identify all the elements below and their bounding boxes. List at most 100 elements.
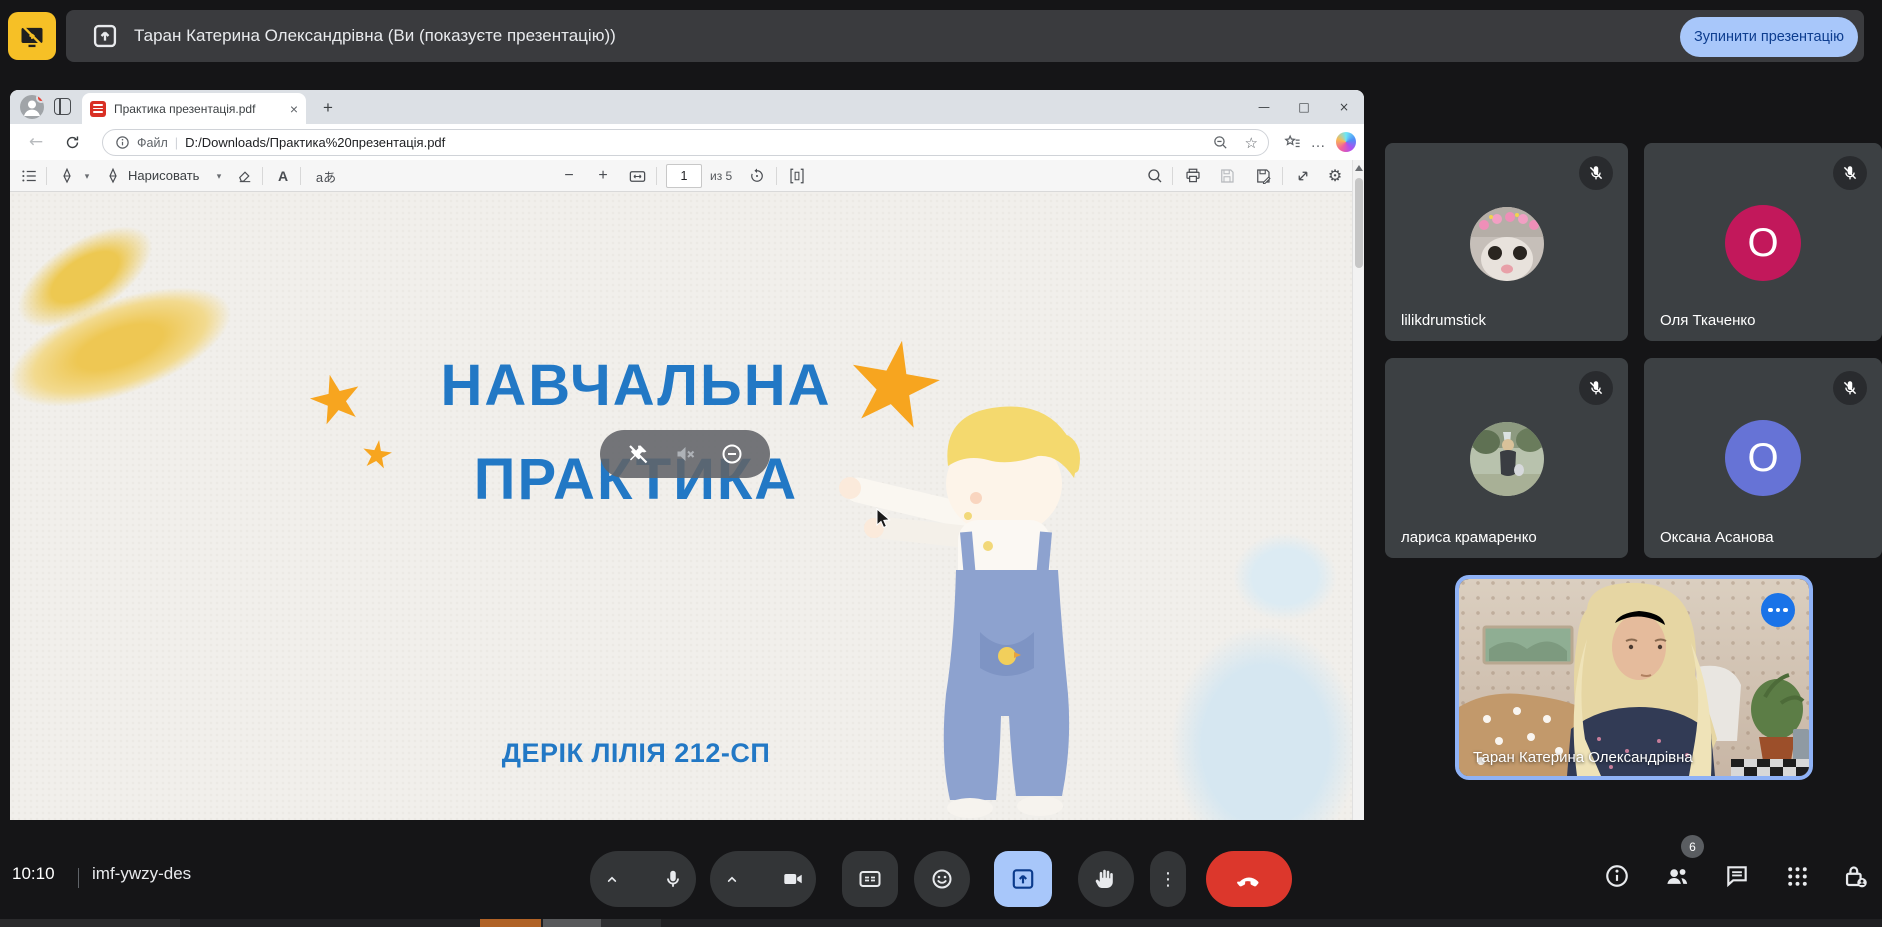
participant-tile-larisa-kramarenko[interactable]: лариса крамаренко bbox=[1385, 358, 1628, 558]
address-bar[interactable]: Файл | D:/Downloads/Практика%20презентац… bbox=[102, 129, 1269, 156]
lock-person-icon bbox=[1842, 863, 1869, 890]
page-info-icon[interactable] bbox=[115, 135, 130, 150]
present-screen-button-active[interactable] bbox=[994, 851, 1052, 907]
presenter-label: Таран Катерина Олександрівна (Ви (показу… bbox=[134, 10, 616, 62]
highlighter-icon[interactable] bbox=[56, 165, 78, 187]
pdf-slide: НАВЧАЛЬНА ПРАКТИКА ДЕРІК ЛІЛІЯ 212-СП bbox=[10, 192, 1352, 820]
zoom-in-icon[interactable]: + bbox=[592, 165, 614, 187]
self-video-scene bbox=[1459, 579, 1809, 776]
self-name-label: Таран Катерина Олександрівна bbox=[1473, 749, 1693, 766]
copilot-icon[interactable] bbox=[1336, 132, 1356, 152]
translate-icon[interactable]: aあ bbox=[310, 165, 342, 187]
browser-settings-menu-icon[interactable]: … bbox=[1308, 132, 1328, 152]
search-icon[interactable] bbox=[1144, 165, 1166, 187]
shared-screen-browser: Практика презентація.pdf × + — □ × ← Фай… bbox=[10, 90, 1364, 820]
tab-close-icon[interactable]: × bbox=[290, 101, 298, 117]
end-call-button[interactable] bbox=[1206, 851, 1292, 907]
mic-muted-icon bbox=[1579, 156, 1613, 190]
fit-width-icon[interactable] bbox=[626, 165, 648, 187]
draw-dropdown-icon[interactable]: ▾ bbox=[208, 165, 230, 187]
chat-icon bbox=[1724, 863, 1750, 889]
draw-pen-icon[interactable] bbox=[102, 165, 124, 187]
print-icon[interactable] bbox=[1182, 165, 1204, 187]
activities-button[interactable] bbox=[1782, 861, 1812, 891]
host-controls-button[interactable] bbox=[1840, 861, 1870, 891]
self-view-tile[interactable]: Таран Катерина Олександрівна bbox=[1455, 575, 1813, 780]
reactions-button[interactable] bbox=[914, 851, 970, 907]
blue-watercolor-blob bbox=[1150, 600, 1352, 820]
stop-presentation-button[interactable]: Зупинити презентацію bbox=[1680, 17, 1858, 57]
chat-panel-button[interactable] bbox=[1722, 861, 1752, 891]
save-as-icon[interactable] bbox=[1252, 165, 1274, 187]
url-text: D:/Downloads/Практика%20презентація.pdf bbox=[185, 135, 445, 150]
highlighter-dropdown-icon[interactable]: ▾ bbox=[76, 165, 98, 187]
toc-icon[interactable] bbox=[18, 165, 40, 187]
participant-name: Оксана Асанова bbox=[1660, 529, 1774, 546]
present-screen-icon bbox=[1010, 866, 1036, 892]
new-tab-button[interactable]: + bbox=[316, 96, 340, 120]
grid-icon bbox=[1785, 864, 1810, 889]
workspaces-icon[interactable] bbox=[54, 98, 71, 115]
mouse-cursor bbox=[876, 508, 893, 530]
camera-control-group[interactable] bbox=[710, 851, 816, 907]
presenting-banner: Таран Катерина Олександрівна (Ви (показу… bbox=[66, 10, 1864, 62]
save-icon[interactable] bbox=[1216, 165, 1238, 187]
pdf-settings-gear-icon[interactable]: ⚙ bbox=[1324, 165, 1346, 187]
tab-title: Практика презентація.pdf bbox=[114, 102, 264, 116]
page-number-input[interactable] bbox=[666, 164, 702, 188]
eraser-icon[interactable] bbox=[234, 165, 256, 187]
raise-hand-button[interactable] bbox=[1078, 851, 1134, 907]
more-options-button[interactable]: ⋮ bbox=[1150, 851, 1186, 907]
browser-scrollbar[interactable] bbox=[1352, 160, 1364, 820]
unpin-icon[interactable] bbox=[625, 441, 651, 467]
presenting-status-badge bbox=[8, 12, 56, 60]
avatar-photo bbox=[1470, 422, 1544, 496]
mic-control-group[interactable] bbox=[590, 851, 696, 907]
camera-icon[interactable] bbox=[782, 868, 804, 890]
mic-muted-icon bbox=[1833, 371, 1867, 405]
favorites-bar-icon[interactable] bbox=[1282, 132, 1302, 152]
avatar-photo bbox=[1470, 207, 1544, 281]
clock: 10:10 bbox=[12, 864, 55, 884]
rotate-icon[interactable] bbox=[746, 165, 768, 187]
mic-icon[interactable] bbox=[662, 868, 684, 890]
scrollbar-thumb[interactable] bbox=[1355, 178, 1363, 268]
participant-tile-lilikdrumstick[interactable]: lilikdrumstick bbox=[1385, 143, 1628, 341]
participant-count-badge: 6 bbox=[1681, 835, 1704, 858]
captions-icon bbox=[858, 867, 882, 891]
window-minimize-button[interactable]: — bbox=[1244, 90, 1284, 124]
scroll-up-arrow[interactable] bbox=[1353, 162, 1364, 174]
meeting-details-button[interactable] bbox=[1602, 861, 1632, 891]
read-aloud-icon[interactable]: A bbox=[272, 165, 294, 187]
back-button[interactable]: ← bbox=[26, 132, 46, 152]
mic-options-chevron-icon[interactable] bbox=[602, 869, 622, 889]
captions-button[interactable] bbox=[842, 851, 898, 907]
self-tile-more-options-button[interactable] bbox=[1761, 593, 1795, 627]
participant-tile-olya-tkachenko[interactable]: O Оля Ткаченко bbox=[1644, 143, 1882, 341]
participant-name: лариса крамаренко bbox=[1401, 529, 1537, 546]
window-close-button[interactable]: × bbox=[1324, 90, 1364, 124]
child-illustration bbox=[826, 394, 1118, 820]
browser-tab[interactable]: Практика презентація.pdf × bbox=[82, 93, 306, 124]
people-icon bbox=[1664, 863, 1691, 890]
zoom-out-page-icon[interactable] bbox=[1212, 134, 1229, 151]
zoom-out-icon[interactable]: − bbox=[558, 165, 580, 187]
expand-icon[interactable] bbox=[1292, 165, 1314, 187]
remove-from-call-icon[interactable] bbox=[719, 441, 745, 467]
present-indicator-icon bbox=[90, 21, 120, 51]
draw-label[interactable]: Нарисовать bbox=[128, 168, 199, 183]
participant-name: lilikdrumstick bbox=[1401, 312, 1486, 329]
pdf-favicon bbox=[90, 101, 106, 117]
favorite-star-icon[interactable]: ☆ bbox=[1245, 134, 1258, 152]
camera-options-chevron-icon[interactable] bbox=[722, 869, 742, 889]
audio-off-icon[interactable] bbox=[672, 441, 698, 467]
browser-profile-avatar[interactable] bbox=[20, 95, 44, 119]
profile-notification-dot bbox=[36, 95, 44, 103]
info-icon bbox=[1604, 863, 1630, 889]
refresh-button[interactable] bbox=[62, 132, 82, 152]
url-scheme-label: Файл bbox=[137, 136, 168, 150]
participant-tile-oksana-asanova[interactable]: O Оксана Асанова bbox=[1644, 358, 1882, 558]
window-maximize-button[interactable]: □ bbox=[1284, 90, 1324, 124]
page-view-icon[interactable] bbox=[786, 165, 808, 187]
people-panel-button[interactable] bbox=[1662, 861, 1692, 891]
